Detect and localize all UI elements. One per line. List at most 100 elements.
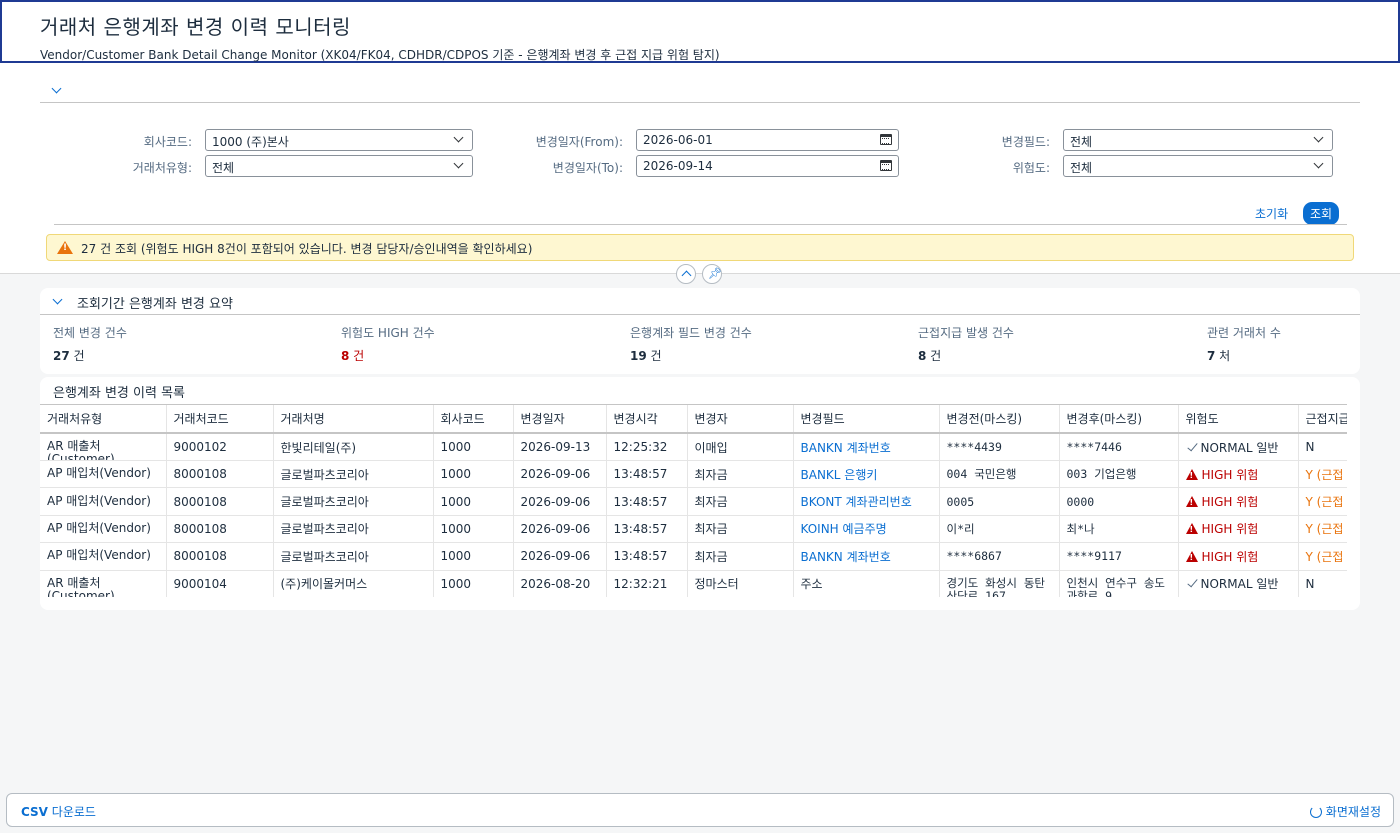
column-header-partner-type[interactable]: 거래처유형 — [40, 405, 167, 434]
column-header-after-value[interactable]: 변경후(마스킹) — [1059, 405, 1179, 434]
cell-change-field[interactable]: BANKN 계좌번호 — [793, 542, 940, 571]
column-header-company-code[interactable]: 회사코드 — [433, 405, 514, 434]
cell-before-value: 0005 — [939, 487, 1060, 516]
calendar-icon[interactable] — [880, 160, 892, 171]
history-table-scroll[interactable]: 거래처유형 거래처코드 거래처명 회사코드 변경일자 변경시각 변경자 변경필드 변경전(마스킹… — [40, 404, 1347, 597]
search-button[interactable]: 조회 — [1303, 202, 1340, 225]
cell-change-field[interactable]: BKONT 계좌관리번호 — [793, 487, 940, 516]
cell-partner-name: 글로벌파츠코리아 — [273, 460, 434, 489]
cell-change-date: 2026-09-13 — [513, 433, 607, 461]
cell-before-value: ****4439 — [939, 433, 1060, 461]
cell-change-field[interactable]: KOINH 예금주명 — [793, 515, 940, 544]
change-field-select[interactable]: 전체 — [1063, 129, 1333, 151]
summary-section-header[interactable]: 조회기간 은행계좌 변경 요약 — [40, 288, 1360, 315]
cell-change-field[interactable]: 주소 — [793, 570, 940, 597]
cell-company-code: 1000 — [433, 570, 514, 597]
cell-after-value: ****7446 — [1059, 433, 1179, 461]
date-to-input[interactable]: 2026-09-14 — [636, 155, 899, 177]
cell-partner-name: 한빛리테일(주) — [273, 433, 434, 461]
page-title: 거래처 은행계좌 변경 이력 모니터링 — [40, 15, 351, 39]
reset-button[interactable]: 초기화 — [1255, 205, 1288, 222]
column-header-change-time[interactable]: 변경시각 — [606, 405, 688, 434]
history-table-panel: 은행계좌 변경 이력 목록 거래처유형 거래처코드 거래처명 회사코드 변경일자 변경시각… — [40, 377, 1360, 610]
column-header-near-payment[interactable]: 근접지급 — [1298, 405, 1347, 434]
cell-change-date: 2026-09-06 — [513, 460, 607, 489]
date-to-label: 변경일자(To): — [552, 161, 623, 175]
collapse-header-button[interactable] — [676, 264, 696, 284]
cell-partner-type: AR 매출처(Customer) — [40, 433, 167, 461]
cell-text: AR 매출처(Customer) — [47, 439, 115, 460]
filter-collapse-toggle[interactable] — [40, 83, 1360, 103]
cell-after-value: 003 기업은행 — [1059, 460, 1179, 489]
cell-change-field[interactable]: BANKN 계좌번호 — [793, 433, 940, 461]
chevron-down-icon — [51, 83, 62, 94]
kpi-unit: 건 — [646, 349, 662, 363]
cell-change-time: 13:48:57 — [606, 460, 688, 489]
change-field-value: 전체 — [1070, 135, 1093, 149]
column-header-change-date[interactable]: 변경일자 — [513, 405, 607, 434]
cell-text: AP 매입처(Vendor) — [47, 493, 151, 508]
warning-icon — [1185, 468, 1198, 480]
cell-near-payment: Y (근접 — [1298, 487, 1347, 516]
column-header-partner-code[interactable]: 거래처코드 — [166, 405, 274, 434]
history-table: 거래처유형 거래처코드 거래처명 회사코드 변경일자 변경시각 변경자 변경필드 변경전(마스킹… — [40, 405, 1347, 597]
cell-company-code: 1000 — [433, 515, 514, 544]
company-code-select[interactable]: 1000 (주)본사 — [205, 129, 473, 151]
cell-before-value: 경기도 화성시 동탄산단로 167 — [939, 570, 1060, 597]
reset-layout-button[interactable]: 화면재설정 — [1309, 803, 1381, 820]
table-row[interactable]: AR 매출처(Customer) 9000102 한빛리테일(주) 1000 2026-… — [40, 433, 1347, 461]
date-from-input[interactable]: 2026-06-01 — [636, 129, 899, 151]
change-field-label: 변경필드: — [1001, 135, 1050, 149]
warning-icon — [1185, 550, 1198, 562]
table-row[interactable]: AP 매입처(Vendor) 8000108 글로벌파츠코리아 1000 2026-09… — [40, 542, 1347, 571]
cell-risk: HIGH 위험 — [1178, 487, 1299, 516]
cell-near-payment: Y (근접 — [1298, 460, 1347, 489]
cell-change-date: 2026-09-06 — [513, 542, 607, 571]
kpi-unit: 건 — [69, 349, 85, 363]
warning-icon — [57, 241, 73, 254]
table-row[interactable]: AP 매입처(Vendor) 8000108 글로벌파츠코리아 1000 2026-09… — [40, 460, 1347, 489]
cell-partner-name: 글로벌파츠코리아 — [273, 515, 434, 544]
cell-change-field[interactable]: BANKL 은행키 — [793, 460, 940, 489]
cell-partner-code: 8000108 — [166, 487, 274, 516]
risk-select[interactable]: 전체 — [1063, 155, 1333, 177]
cell-change-time: 13:48:57 — [606, 487, 688, 516]
pin-header-button[interactable]: 📌︎ — [702, 264, 722, 284]
calendar-icon[interactable] — [880, 134, 892, 145]
column-header-risk[interactable]: 위험도 — [1178, 405, 1299, 434]
partner-type-label: 거래처유형: — [132, 161, 192, 175]
filter-bar: 회사코드: 1000 (주)본사 거래처유형: 전체 변경일자(From): 2… — [0, 63, 1400, 274]
cell-partner-code: 8000108 — [166, 515, 274, 544]
table-row[interactable]: AR 매출처(Customer) 9000104 (주)케이몰커머스 1000 2026… — [40, 570, 1347, 597]
cell-risk: NORMAL 일반 — [1178, 570, 1299, 597]
pin-icon: 📌︎ — [708, 267, 722, 280]
cell-text: AP 매입처(Vendor) — [47, 466, 151, 481]
cell-text: 경기도 화성시 동탄산단로 167 — [946, 575, 1046, 597]
cell-partner-code: 8000108 — [166, 460, 274, 489]
kpi-value: 27 — [53, 349, 70, 363]
csv-download-button[interactable]: CSV 다운로드 — [21, 803, 96, 820]
cell-risk: HIGH 위험 — [1178, 542, 1299, 571]
table-row[interactable]: AP 매입처(Vendor) 8000108 글로벌파츠코리아 1000 2026-09… — [40, 487, 1347, 516]
column-header-before-value[interactable]: 변경전(마스킹) — [939, 405, 1060, 434]
cell-changed-by: 최자금 — [687, 542, 794, 571]
cell-after-value: 최*나 — [1059, 515, 1179, 544]
table-row[interactable]: AP 매입처(Vendor) 8000108 글로벌파츠코리아 1000 2026-09… — [40, 515, 1347, 544]
cell-changed-by: 최자금 — [687, 487, 794, 516]
cell-near-payment: N — [1298, 433, 1347, 461]
column-header-change-field[interactable]: 변경필드 — [793, 405, 940, 434]
column-header-partner-name[interactable]: 거래처명 — [273, 405, 434, 434]
chevron-down-icon — [453, 158, 464, 169]
warning-icon — [1185, 523, 1198, 535]
kpi-label: 전체 변경 건수 — [53, 326, 127, 340]
kpi-related-partners: 관련 거래처 수 7 처 — [1207, 324, 1281, 364]
table-title: 은행계좌 변경 이력 목록 — [53, 386, 185, 401]
cell-partner-code: 8000108 — [166, 542, 274, 571]
cell-near-payment: N — [1298, 570, 1347, 597]
chevron-down-icon — [453, 132, 464, 143]
partner-type-value: 전체 — [212, 161, 235, 175]
kpi-label: 위험도 HIGH 건수 — [341, 326, 435, 340]
partner-type-select[interactable]: 전체 — [205, 155, 473, 177]
cell-changed-by: 이매입 — [687, 433, 794, 461]
column-header-changed-by[interactable]: 변경자 — [687, 405, 794, 434]
